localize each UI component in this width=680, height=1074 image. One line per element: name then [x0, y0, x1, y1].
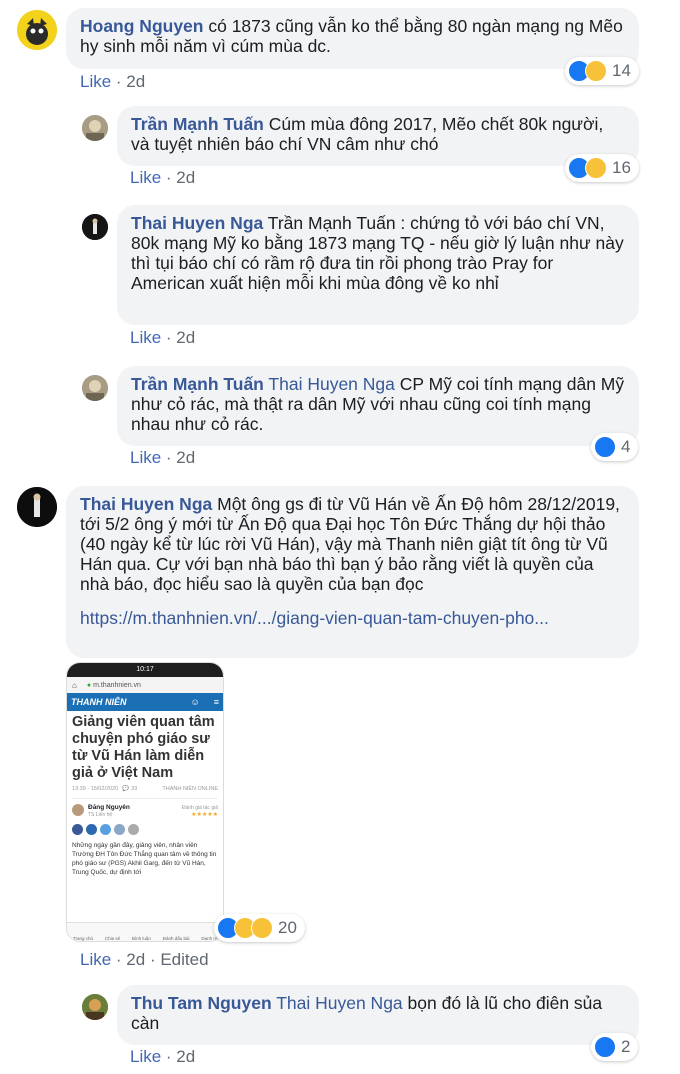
- rating-stars: ★★★★★: [191, 812, 218, 818]
- like-button[interactable]: Like: [130, 168, 161, 187]
- haha-icon: [585, 157, 607, 179]
- avatar[interactable]: [82, 375, 108, 401]
- print-share-icon: [128, 824, 139, 835]
- comment-bubble: Trần Mạnh Tuấn Cúm mùa đông 2017, Mẽo ch…: [117, 106, 639, 166]
- tagged-user[interactable]: Thai Huyen Nga: [276, 993, 402, 1013]
- timestamp[interactable]: 2d: [176, 168, 195, 187]
- avatar[interactable]: [82, 115, 108, 141]
- like-icon: [594, 436, 616, 458]
- commenter-name[interactable]: Trần Mạnh Tuấn: [131, 114, 264, 134]
- article-body: Những ngày gần đây, giảng viên, nhân viê…: [72, 842, 217, 876]
- comment-meta: Like · 2d: [130, 328, 196, 347]
- timestamp[interactable]: 2d: [176, 1047, 195, 1066]
- timestamp[interactable]: 2d: [176, 328, 195, 347]
- phone-status-bar: 10:17: [67, 663, 223, 677]
- wow-icon: [251, 917, 273, 939]
- nav-item-comment: Bình luận: [131, 936, 151, 941]
- avatar[interactable]: [82, 214, 108, 240]
- nav-item-menu: Danh m: [201, 936, 218, 941]
- site-logo: THANH NIÊN: [71, 697, 127, 707]
- home-icon: ⌂: [72, 680, 77, 690]
- comment-meta: Like · 2d: [130, 448, 196, 467]
- comment-bubble: Thai Huyen Nga Trần Mạnh Tuấn : chứng tỏ…: [117, 205, 639, 325]
- like-button[interactable]: Like: [130, 1047, 161, 1066]
- comment-share-icon: [114, 824, 125, 835]
- article-link[interactable]: https://m.thanhnien.vn/.../giang-vien-qu…: [80, 608, 625, 628]
- zalo-share-icon: [86, 824, 97, 835]
- comment-bubble: Thu Tam Nguyen Thai Huyen Nga bọn đó là …: [117, 985, 639, 1045]
- like-button[interactable]: Like: [130, 328, 161, 347]
- reaction-count: 20: [278, 918, 297, 937]
- site-header: THANH NIÊN ☺ ≡: [67, 693, 223, 711]
- comment-meta: Like · 2d · Edited: [80, 950, 209, 969]
- lock-icon: ●: [86, 681, 92, 689]
- email-share-icon: [100, 824, 111, 835]
- tagged-user[interactable]: Thai Huyen Nga: [268, 374, 394, 394]
- comment-meta: Like · 2d: [130, 1047, 196, 1066]
- like-button[interactable]: Like: [80, 72, 111, 91]
- comment-bubble: Trần Mạnh Tuấn Thai Huyen Nga CP Mỹ coi …: [117, 366, 639, 446]
- edited-label[interactable]: Edited: [160, 950, 208, 969]
- author-avatar: [72, 804, 84, 816]
- page-url: m.thanhnien.vn: [93, 681, 141, 689]
- author-box: Đăng Nguyên TS Liên hệ Đánh giá tác giả ★★…: [72, 798, 218, 818]
- commenter-name[interactable]: Hoang Nguyen: [80, 16, 203, 36]
- haha-icon: [585, 60, 607, 82]
- avatar[interactable]: [82, 994, 108, 1020]
- reaction-count: 16: [612, 158, 631, 177]
- timestamp[interactable]: 2d: [126, 950, 145, 969]
- reaction-summary[interactable]: 2: [591, 1033, 639, 1061]
- reaction-summary[interactable]: 16: [565, 154, 639, 182]
- commenter-name[interactable]: Thai Huyen Nga: [80, 494, 212, 514]
- reaction-summary[interactable]: 20: [214, 914, 305, 942]
- commenter-name[interactable]: Trần Mạnh Tuấn: [131, 374, 264, 394]
- timestamp[interactable]: 2d: [176, 448, 195, 467]
- reaction-count: 4: [621, 437, 631, 456]
- article-headline: Giảng viên quan tâm chuyện phó giáo sư t…: [72, 714, 215, 781]
- address-bar: ⌂ ● m.thanhnien.vn: [67, 677, 223, 693]
- user-icon: ☺: [190, 697, 200, 707]
- reaction-summary[interactable]: 4: [591, 433, 639, 461]
- nav-item-share: Chia sẻ: [104, 936, 121, 941]
- reaction-count: 2: [621, 1037, 631, 1056]
- bottom-nav: Trang chủ Chia sẻ Bình luận Đánh dấu bài…: [67, 922, 223, 941]
- comment-bubble: Thai Huyen Nga Một ông gs đi từ Vũ Hán v…: [66, 486, 639, 658]
- reaction-count: 14: [612, 61, 631, 80]
- avatar[interactable]: [17, 10, 57, 50]
- comment-meta: Like · 2d: [80, 72, 146, 91]
- comment-bubble: Hoang Nguyen có 1873 cũng vẫn ko thể bằn…: [66, 8, 639, 69]
- commenter-name[interactable]: Thai Huyen Nga: [131, 213, 263, 233]
- nav-item-bookmark: Đánh dấu bài: [162, 936, 190, 941]
- share-buttons: [67, 818, 223, 835]
- facebook-share-icon: [72, 824, 83, 835]
- like-button[interactable]: Like: [80, 950, 111, 969]
- like-icon: [594, 1036, 616, 1058]
- attached-image[interactable]: 10:17 ⌂ ● m.thanhnien.vn THANH NIÊN ☺ ≡ …: [66, 662, 224, 942]
- avatar[interactable]: [17, 487, 57, 527]
- comment-meta: Like · 2d: [130, 168, 196, 187]
- like-button[interactable]: Like: [130, 448, 161, 467]
- commenter-name[interactable]: Thu Tam Nguyen: [131, 993, 272, 1013]
- menu-icon: ≡: [213, 697, 219, 707]
- nav-item-home: Trang chủ: [72, 936, 94, 941]
- timestamp[interactable]: 2d: [126, 72, 145, 91]
- reaction-summary[interactable]: 14: [565, 57, 639, 85]
- article-date: 13:39 - 15/02/2020 💬 33 THANH NIÊN ONLINE: [72, 786, 218, 792]
